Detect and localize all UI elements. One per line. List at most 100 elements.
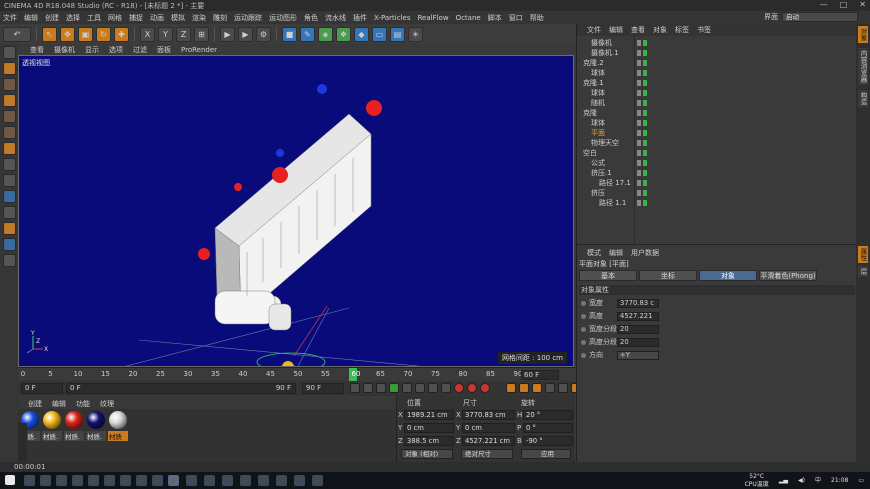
- tab-coordinates[interactable]: 坐标: [639, 270, 697, 281]
- rotate-tool-icon[interactable]: ↻: [96, 26, 111, 42]
- end-frame-field[interactable]: 90 F: [302, 383, 344, 394]
- menu-mograph[interactable]: 运动图形: [269, 13, 297, 23]
- side-tab-attributes[interactable]: 属性: [858, 246, 868, 263]
- side-tab-objects[interactable]: 对象: [858, 26, 868, 43]
- material-menu-function[interactable]: 功能: [76, 399, 90, 409]
- quantize-icon[interactable]: [2, 206, 16, 219]
- enable-axis-icon[interactable]: [2, 158, 16, 171]
- scale-key-icon[interactable]: [519, 383, 529, 393]
- taskbar-app-icon[interactable]: [276, 475, 287, 486]
- viewport-menu-cameras[interactable]: 摄像机: [54, 45, 75, 55]
- animate-dot-icon[interactable]: [581, 340, 586, 345]
- previous-key-icon[interactable]: [363, 383, 373, 393]
- play-icon[interactable]: [389, 383, 399, 393]
- object-row[interactable]: 空白: [577, 148, 857, 158]
- move-tool-icon[interactable]: ✥: [60, 26, 75, 42]
- menu-snap[interactable]: 捕捉: [129, 13, 143, 23]
- viewport-menu-filter[interactable]: 过滤: [133, 45, 147, 55]
- pla-key-icon[interactable]: [558, 383, 568, 393]
- material-swatch[interactable]: 材质.: [42, 411, 62, 441]
- visibility-flags-icon[interactable]: [637, 100, 649, 106]
- tweak-mode-icon[interactable]: [2, 174, 16, 187]
- object-row[interactable]: 公式: [577, 158, 857, 168]
- object-menu-file[interactable]: 文件: [587, 25, 601, 35]
- deformer-icon[interactable]: ◆: [354, 26, 369, 42]
- taskbar-app-icon[interactable]: [294, 475, 305, 486]
- edges-mode-icon[interactable]: [2, 126, 16, 139]
- side-tab-content-browser[interactable]: 内容浏览器: [858, 48, 868, 85]
- snap-icon[interactable]: [2, 190, 16, 203]
- menu-script[interactable]: 脚本: [488, 13, 502, 23]
- object-menu-bookmarks[interactable]: 书签: [697, 25, 711, 35]
- taskbar-app-icon[interactable]: [258, 475, 269, 486]
- select-tool-icon[interactable]: ↖: [42, 26, 57, 42]
- go-to-start-icon[interactable]: [350, 383, 360, 393]
- minimize-button[interactable]: —: [820, 0, 828, 9]
- menu-motion-tracker[interactable]: 运动跟踪: [234, 13, 262, 23]
- visibility-flags-icon[interactable]: [637, 120, 649, 126]
- menu-file[interactable]: 文件: [3, 13, 17, 23]
- size-mode-select[interactable]: 绝对尺寸: [461, 449, 513, 459]
- cube-icon[interactable]: ■: [282, 26, 297, 42]
- previous-frame-icon[interactable]: [376, 383, 386, 393]
- material-menu-create[interactable]: 创建: [28, 399, 42, 409]
- size-z-field[interactable]: 4527.221 cm: [462, 436, 515, 446]
- undo-icon[interactable]: ↶: [3, 26, 31, 42]
- object-row[interactable]: 克隆: [577, 108, 857, 118]
- visibility-flags-icon[interactable]: [637, 140, 649, 146]
- object-row[interactable]: 球体: [577, 88, 857, 98]
- go-to-end-icon[interactable]: [428, 383, 438, 393]
- menu-window[interactable]: 窗口: [509, 13, 523, 23]
- ime-indicator[interactable]: 中: [815, 477, 821, 485]
- object-row[interactable]: 平面: [577, 128, 857, 138]
- visibility-flags-icon[interactable]: [637, 130, 649, 136]
- viewport-menu-options[interactable]: 选项: [109, 45, 123, 55]
- pen-spline-icon[interactable]: ✎: [300, 26, 315, 42]
- recent-tool-icon[interactable]: ✚: [114, 26, 129, 42]
- visibility-flags-icon[interactable]: [637, 60, 649, 66]
- z-axis-lock-icon[interactable]: Z: [176, 26, 191, 42]
- cloner-icon[interactable]: ❖: [336, 26, 351, 42]
- volume-icon[interactable]: ◀): [798, 477, 805, 485]
- visibility-flags-icon[interactable]: [637, 110, 649, 116]
- menu-edit[interactable]: 编辑: [24, 13, 38, 23]
- taskbar-app-icon[interactable]: [222, 475, 233, 486]
- x-axis-lock-icon[interactable]: X: [140, 26, 155, 42]
- position-y-field[interactable]: 0 cm: [404, 423, 454, 433]
- menu-render[interactable]: 渲染: [192, 13, 206, 23]
- orientation-select[interactable]: +Y: [617, 351, 659, 360]
- camera-icon[interactable]: ▤: [390, 26, 405, 42]
- taskbar-app-icon[interactable]: [120, 475, 131, 486]
- object-row[interactable]: 物理天空: [577, 138, 857, 148]
- network-icon[interactable]: ▂▄: [779, 477, 788, 485]
- next-key-icon[interactable]: [415, 383, 425, 393]
- taskbar-app-icon[interactable]: [72, 475, 83, 486]
- lock-workplane-icon[interactable]: [2, 238, 16, 251]
- object-menu-tags[interactable]: 标签: [675, 25, 689, 35]
- coord-mode-select[interactable]: 对象 (相对): [401, 449, 453, 459]
- viewport-menu-view[interactable]: 查看: [30, 45, 44, 55]
- workplane-icon[interactable]: [2, 222, 16, 235]
- object-row[interactable]: 摄像机: [577, 38, 857, 48]
- tab-phong[interactable]: 平滑着色(Phong): [759, 270, 817, 281]
- render-view-icon[interactable]: ▶: [220, 26, 235, 42]
- record-key-icon[interactable]: [454, 383, 464, 393]
- taskbar-app-icon[interactable]: [136, 475, 147, 486]
- apply-button[interactable]: 应用: [521, 449, 571, 459]
- menu-animate[interactable]: 动画: [150, 13, 164, 23]
- object-menu-objects[interactable]: 对象: [653, 25, 667, 35]
- render-settings-icon[interactable]: ⚙: [256, 26, 271, 42]
- width-segments-field[interactable]: 20: [617, 325, 659, 334]
- height-segments-field[interactable]: 20: [617, 338, 659, 347]
- height-field[interactable]: 4527.221: [617, 312, 659, 321]
- animate-dot-icon[interactable]: [581, 327, 586, 332]
- tab-basic[interactable]: 基本: [579, 270, 637, 281]
- timeline-end-field[interactable]: 60 F: [521, 370, 559, 380]
- timeline-ruler[interactable]: 051015202530354045505560657075808590 60 …: [18, 367, 575, 381]
- make-editable-icon[interactable]: [2, 46, 16, 59]
- visibility-flags-icon[interactable]: [637, 200, 649, 206]
- object-row[interactable]: 摄像机.1: [577, 48, 857, 58]
- attribute-menu-userdata[interactable]: 用户数据: [631, 248, 659, 258]
- next-frame-icon[interactable]: [402, 383, 412, 393]
- menu-simulate[interactable]: 模拟: [171, 13, 185, 23]
